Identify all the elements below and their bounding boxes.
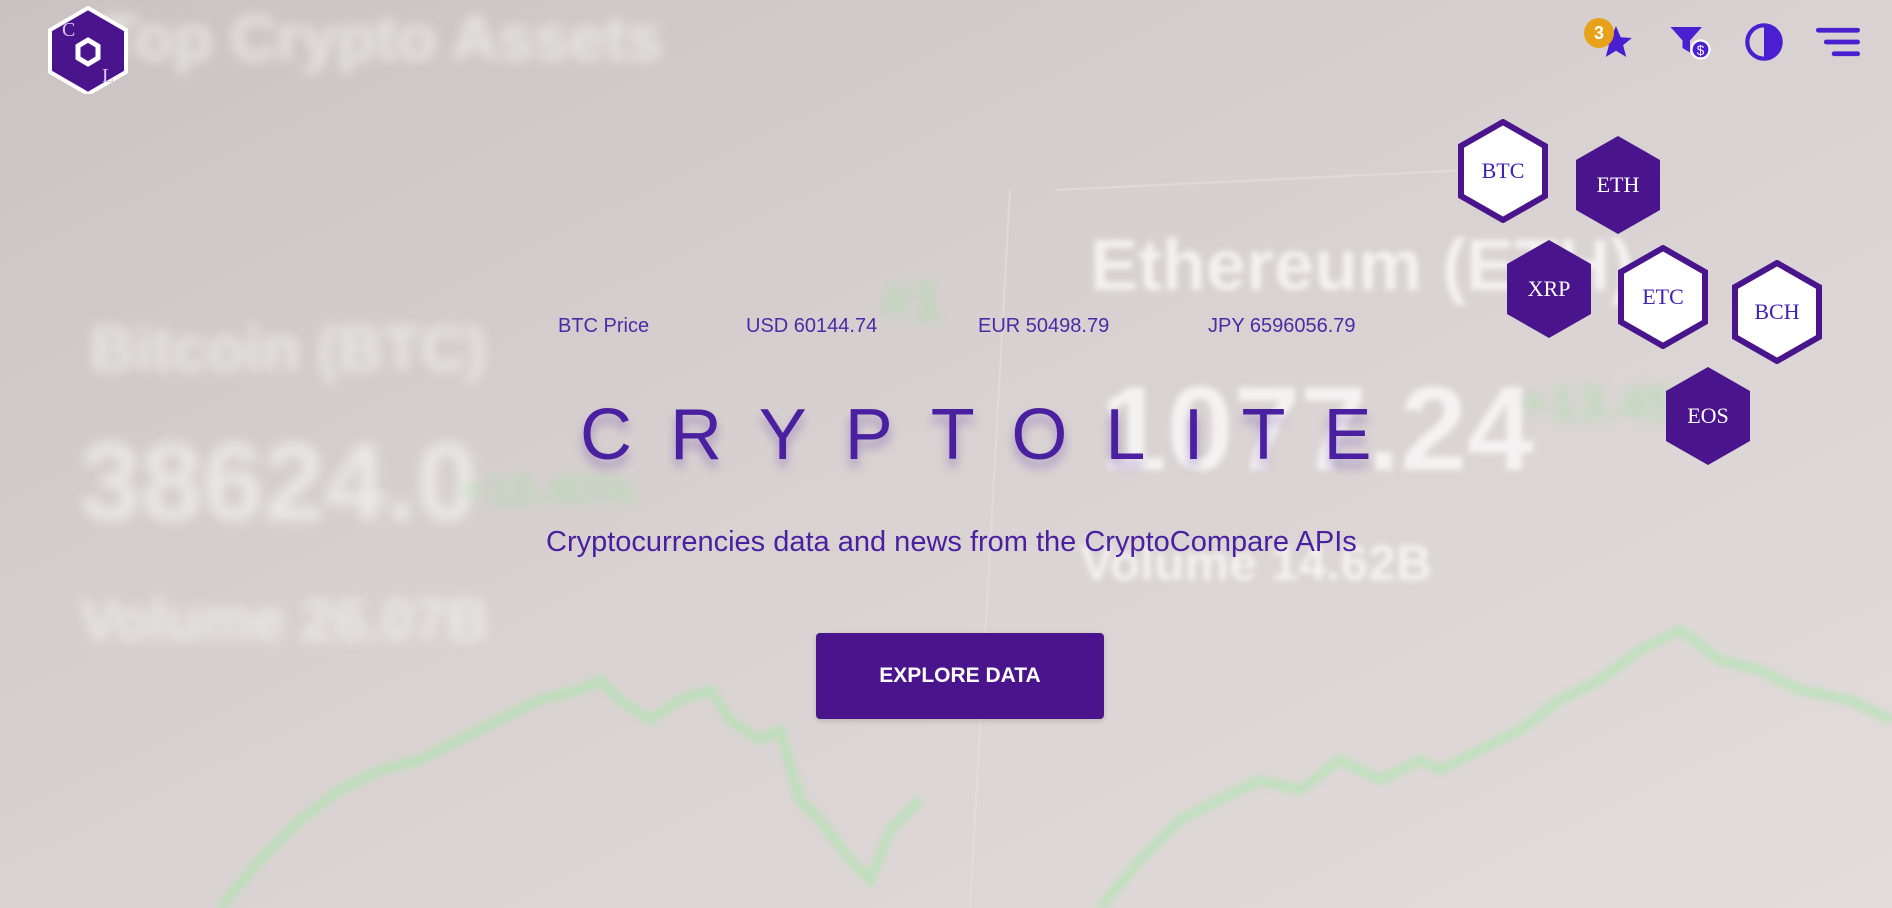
usd-price: USD 60144.74 — [746, 315, 878, 337]
coin-hex-xrp[interactable]: XRP — [1503, 237, 1595, 341]
coin-hex-bch[interactable]: BCH — [1731, 260, 1823, 364]
coin-hex-btc[interactable]: BTC — [1457, 119, 1549, 223]
coin-label: XRP — [1527, 276, 1571, 301]
coin-hex-etc[interactable]: ETC — [1617, 245, 1709, 349]
theme-toggle-button[interactable] — [1742, 20, 1786, 64]
favorites-button[interactable]: 3 — [1584, 18, 1638, 64]
coin-label: EOS — [1687, 403, 1729, 428]
svg-text:Volume 26.07B: Volume 26.07B — [80, 588, 488, 653]
logo-letter-l: L — [102, 65, 114, 87]
hero-subtitle: Cryptocurrencies data and news from the … — [546, 526, 1357, 558]
svg-text:Top Crypto Assets: Top Crypto Assets — [100, 2, 662, 74]
menu-button[interactable] — [1816, 20, 1860, 64]
svg-text:#1: #1 — [880, 269, 942, 332]
app-logo[interactable]: C L — [48, 5, 128, 97]
btc-price-label: BTC Price — [558, 315, 650, 337]
hexagon-logo-icon: C L — [48, 5, 128, 97]
coin-label: ETH — [1596, 172, 1640, 197]
explore-data-button[interactable]: EXPLORE DATA — [816, 633, 1104, 719]
hero-title-text: CRYPTOLITE — [580, 395, 1410, 475]
top-nav: 3 $ — [1584, 18, 1860, 64]
filter-dollar-icon: $ — [1670, 27, 1711, 60]
jpy-price: JPY 6596056.79 — [1208, 315, 1356, 337]
contrast-icon — [1745, 23, 1783, 61]
favorites-count-badge: 3 — [1584, 18, 1614, 48]
menu-icon — [1816, 27, 1860, 57]
coin-hex-eos[interactable]: EOS — [1662, 364, 1754, 468]
svg-text:+13.45: +13.45 — [1520, 375, 1674, 431]
currency-filter-button[interactable]: $ — [1668, 20, 1712, 64]
logo-letter-c: C — [62, 19, 75, 41]
coin-label: BTC — [1481, 158, 1525, 183]
eur-price: EUR 50498.79 — [978, 315, 1110, 337]
coin-label: BCH — [1754, 299, 1800, 324]
svg-text:Bitcoin (BTC): Bitcoin (BTC) — [90, 315, 486, 384]
coin-label: ETC — [1642, 284, 1684, 309]
svg-text:38624.0: 38624.0 — [80, 421, 478, 544]
svg-text:$: $ — [1697, 43, 1705, 58]
coin-hex-eth[interactable]: ETH — [1572, 133, 1664, 237]
